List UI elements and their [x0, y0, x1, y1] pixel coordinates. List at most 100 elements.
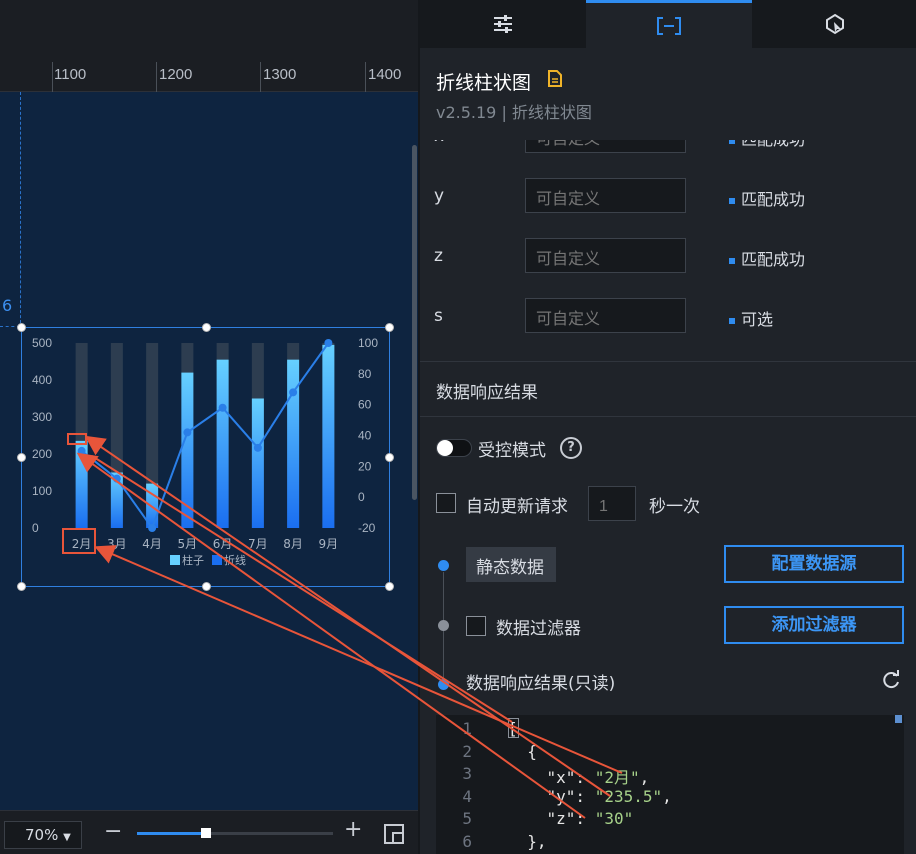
zoom-out-icon[interactable]: − — [104, 819, 122, 844]
resize-handle-mr[interactable] — [385, 453, 394, 462]
ruler-label: 1100 — [54, 66, 87, 83]
x-axis-tick-label: 6月 — [213, 537, 233, 551]
y-axis-right-tick-label: 80 — [358, 367, 372, 381]
bar-line-chart: 5004003002001000100806040200-202月 3月 4月 5月 6… — [32, 336, 378, 567]
chart-widget[interactable]: 500 400 300 200 100 0 100 80 60 40 20 0 -20 2月 3月 4月 5月 6… — [17, 323, 394, 591]
help-icon[interactable]: ? — [560, 437, 582, 459]
ruler-label: 1400 — [368, 66, 402, 83]
component-title: 折线柱状图 — [436, 72, 532, 94]
line-number: 5 — [462, 809, 472, 828]
field-row-s: s 可选 — [420, 298, 916, 334]
y-axis-right-tick-label: 0 — [358, 490, 365, 504]
status-dot-icon — [729, 257, 735, 264]
field-s-input[interactable] — [525, 298, 686, 333]
y-axis-right-tick-label: -20 — [358, 521, 376, 535]
x-axis-tick-label: 2月 — [72, 537, 92, 551]
refresh-icon[interactable] — [880, 669, 902, 691]
y-axis-left-tick-label: 500 — [32, 336, 52, 350]
resize-handle-bm[interactable] — [202, 582, 211, 591]
code-line: 2 { — [436, 742, 904, 764]
legend-swatch-line — [212, 555, 222, 565]
field-row-y: y 匹配成功 — [420, 178, 916, 214]
data-filter-label: 数据过滤器 — [496, 619, 581, 639]
auto-update-checkbox[interactable] — [436, 493, 456, 513]
data-filter-checkbox[interactable] — [466, 616, 486, 636]
code-text: "z": "30" — [508, 809, 634, 828]
field-status: 匹配成功 — [729, 186, 805, 210]
zoom-slider-thumb[interactable] — [200, 828, 211, 838]
resize-handle-bl[interactable] — [17, 582, 26, 591]
divider — [420, 416, 916, 417]
vertical-guide-line — [20, 92, 21, 328]
field-x-input[interactable] — [525, 140, 686, 153]
resize-handle-tr[interactable] — [385, 323, 394, 332]
code-line: 6 }, — [436, 832, 904, 854]
config-datasource-button[interactable]: 配置数据源 — [724, 545, 904, 583]
line-point — [253, 443, 262, 452]
line-point — [289, 388, 298, 397]
cursor-shape-icon — [826, 13, 844, 35]
y-axis-left-tick-label: 300 — [32, 410, 52, 424]
x-axis-tick-label: 7月 — [248, 537, 268, 551]
guide-number: 6 — [2, 296, 13, 315]
y-axis-left-tick-label: 0 — [32, 521, 39, 535]
add-filter-button[interactable]: 添加过滤器 — [724, 606, 904, 644]
zoom-select[interactable]: 70% ▼ — [4, 821, 82, 849]
field-z-input[interactable] — [525, 238, 686, 273]
static-data-chip[interactable]: 静态数据 — [466, 547, 556, 582]
field-y-input[interactable] — [525, 178, 686, 213]
bar — [251, 398, 264, 528]
x-axis-tick-label: 4月 — [142, 537, 162, 551]
code-line: 3 "x": "2月", — [436, 764, 904, 787]
line-point — [148, 524, 157, 532]
zoom-in-icon[interactable]: + — [344, 817, 362, 842]
horizontal-ruler: 1100 1200 1300 1400 — [0, 62, 418, 92]
line-number: 1 — [462, 719, 472, 738]
field-mapping-list: x 匹配成功 y 匹配成功 z 匹配成功 s 可选 — [420, 140, 916, 360]
legend-swatch-bar — [170, 555, 180, 565]
code-line: 1[ — [436, 719, 904, 741]
bracket-data-icon — [657, 16, 681, 35]
timeline-dot-active — [438, 679, 449, 690]
ruler-label: 1200 — [159, 66, 193, 83]
field-row-x: x 匹配成功 — [420, 140, 916, 154]
field-key: s — [434, 306, 443, 326]
resize-handle-tl[interactable] — [17, 323, 26, 332]
canvas-scrollbar[interactable] — [412, 145, 417, 500]
line-number: 2 — [462, 741, 472, 761]
y-axis-right-tick-label: 100 — [358, 336, 378, 350]
code-line: 4 "y": "235.5", — [436, 787, 904, 809]
config-panel: 折线柱状图 v2.5.19 | 折线柱状图 x 匹配成功 y 匹配成功 z 匹配… — [418, 0, 916, 854]
field-status: 匹配成功 — [729, 246, 805, 270]
line-point — [77, 446, 86, 455]
timeline-dot-inactive — [438, 620, 449, 631]
resize-handle-ml[interactable] — [17, 453, 26, 462]
code-text: }, — [508, 831, 547, 851]
fit-screen-icon[interactable] — [384, 824, 404, 844]
document-icon[interactable] — [548, 70, 562, 87]
controlled-mode-toggle[interactable] — [436, 439, 472, 457]
line-number: 6 — [462, 831, 472, 851]
legend-label: 柱子 — [182, 553, 204, 567]
resize-handle-br[interactable] — [385, 582, 394, 591]
field-status: 可选 — [729, 306, 773, 330]
interaction-tab[interactable] — [752, 0, 916, 48]
settings-tab[interactable] — [420, 0, 586, 48]
bar — [216, 359, 229, 528]
response-result-label: 数据响应结果(只读) — [466, 674, 616, 694]
section-title: 数据响应结果 — [436, 383, 538, 403]
y-axis-right-tick-label: 40 — [358, 429, 372, 443]
zoom-value: 70% — [25, 826, 59, 844]
data-tab[interactable] — [586, 0, 752, 48]
editor-canvas[interactable]: 1100 1200 1300 1400 6 500 400 300 200 100 0 10… — [0, 0, 418, 854]
json-result-viewer[interactable]: 1[2 {3 "x": "2月", 4 "y": "235.5", 5 "z": "… — [436, 715, 904, 854]
y-axis-left-tick-label: 200 — [32, 447, 52, 461]
auto-update-interval-input[interactable] — [588, 486, 636, 521]
status-dot-icon — [729, 317, 735, 324]
bar — [322, 344, 335, 528]
resize-handle-tm[interactable] — [202, 323, 211, 332]
x-axis-tick-label: 8月 — [283, 537, 303, 551]
y-axis-right-tick-label: 20 — [358, 459, 372, 473]
zoom-slider[interactable] — [137, 828, 333, 838]
canvas-bottom-bar: 70% ▼ − + — [0, 810, 418, 854]
